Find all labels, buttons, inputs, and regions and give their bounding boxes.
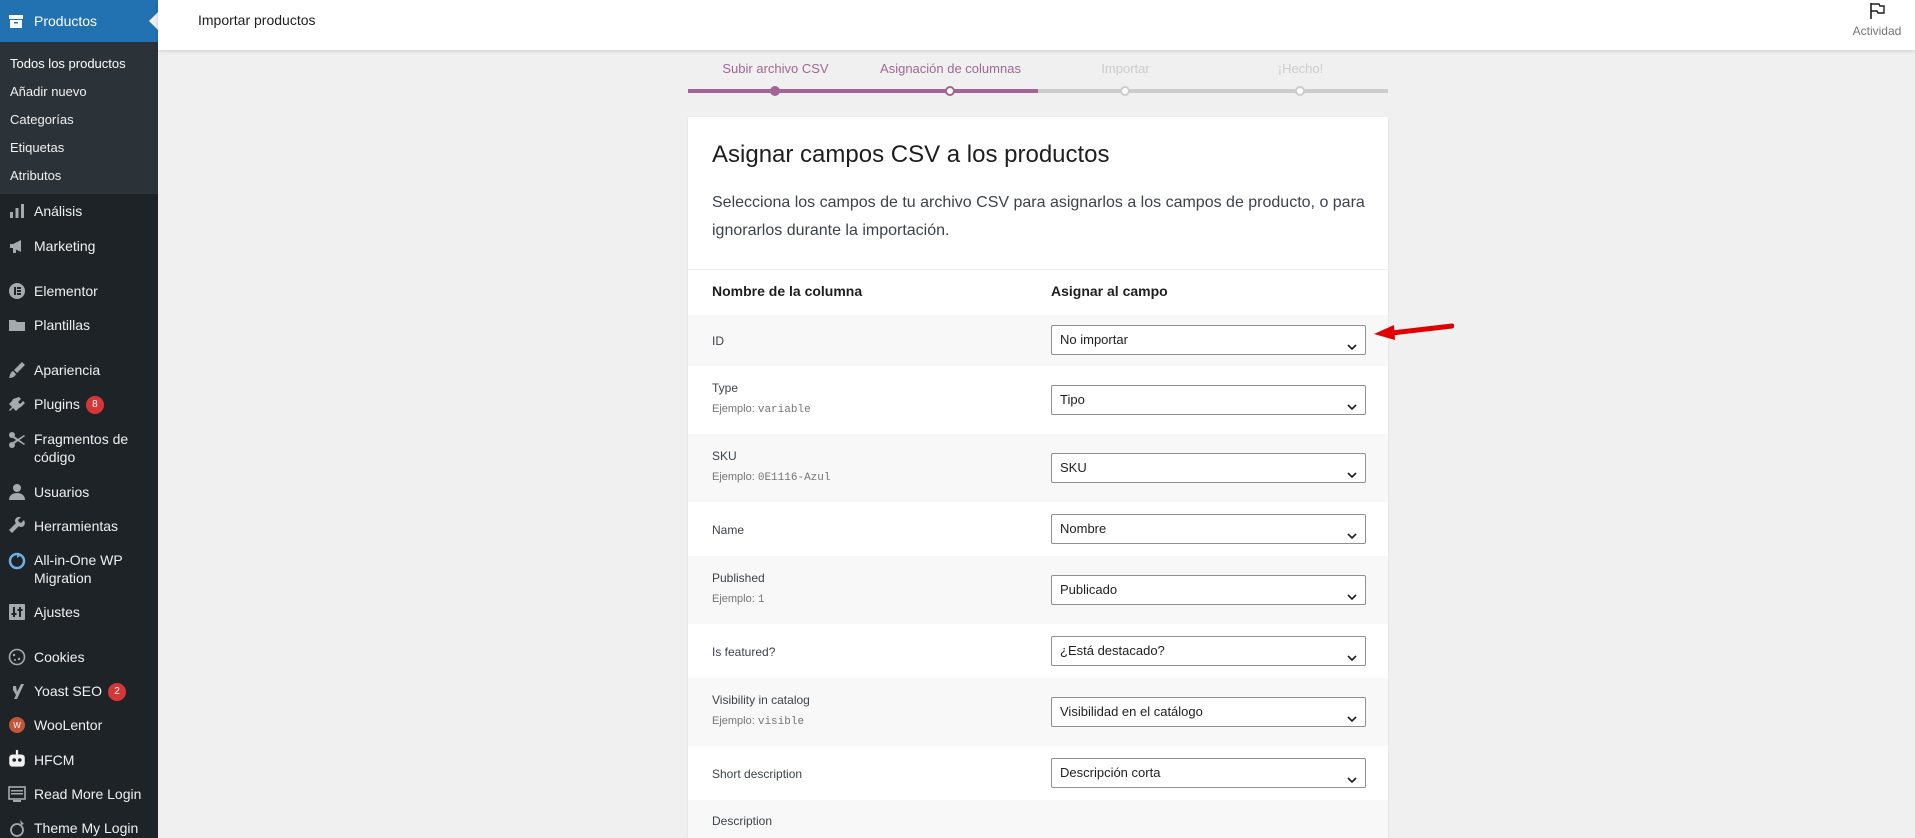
yoast-icon <box>0 683 34 701</box>
column-header-name: Nombre de la columna <box>712 283 863 299</box>
page-title: Importar productos <box>198 12 316 28</box>
plugins-update-badge: 8 <box>85 396 104 415</box>
sidebar-item-migration[interactable]: All-in-One WP Migration <box>0 551 158 587</box>
column-header-map: Asignar al campo <box>1051 283 1168 299</box>
woolentor-icon: W <box>0 716 34 734</box>
table-row: Published Ejemplo: 1 Publicado <box>688 556 1388 624</box>
sidebar-item-usuarios[interactable]: Usuarios <box>0 483 158 501</box>
step-import: Importar <box>1038 55 1213 97</box>
step-dot <box>770 86 780 96</box>
annotation-arrow-icon <box>1374 323 1454 340</box>
card-title: Asignar campos CSV a los productos <box>712 141 1110 168</box>
submenu-categorias[interactable]: Categorías <box>0 106 158 134</box>
field-select[interactable]: Publicado <box>1051 575 1366 605</box>
yoast-notification-badge: 2 <box>107 683 126 702</box>
mapping-card: Asignar campos CSV a los productos Selec… <box>688 117 1388 838</box>
sidebar-item-plugins[interactable]: Plugins 8 <box>0 395 158 415</box>
sidebar-item-woolentor[interactable]: W WooLentor <box>0 716 158 734</box>
sidebar-item-analisis[interactable]: Análisis <box>0 202 158 220</box>
table-row: ID No importar <box>688 315 1388 366</box>
sidebar-item-cookies[interactable]: Cookies <box>0 648 158 666</box>
chevron-down-icon <box>1346 585 1358 601</box>
table-row: Type Ejemplo: variable Tipo <box>688 366 1388 434</box>
sidebar-submenu: Todos los productos Añadir nuevo Categor… <box>0 42 158 194</box>
divider <box>688 269 1388 270</box>
field-select[interactable]: Descripción corta <box>1051 758 1366 788</box>
settings-icon <box>0 603 34 621</box>
screen-icon <box>0 785 34 803</box>
sidebar-item-fragmentos[interactable]: Fragmentos de código <box>0 430 158 466</box>
page-header: Importar productos Actividad <box>158 0 1915 50</box>
admin-sidebar: Productos Todos los productos Añadir nue… <box>0 0 158 838</box>
cookie-icon <box>0 648 34 666</box>
table-row: Description <box>688 800 1388 838</box>
chevron-down-icon <box>1346 646 1358 662</box>
table-row: Visibility in catalog Ejemplo: visible V… <box>688 678 1388 746</box>
sidebar-item-apariencia[interactable]: Apariencia <box>0 361 158 379</box>
field-select[interactable]: ¿Está destacado? <box>1051 636 1366 666</box>
sidebar-item-label: Productos <box>34 13 98 29</box>
robot-icon <box>0 750 34 770</box>
submenu-anadir-nuevo[interactable]: Añadir nuevo <box>0 78 158 106</box>
table-row: Name Nombre <box>688 502 1388 556</box>
submenu-todos-productos[interactable]: Todos los productos <box>0 50 158 78</box>
chevron-down-icon <box>1346 335 1358 351</box>
sidebar-item-plantillas[interactable]: Plantillas <box>0 316 158 334</box>
user-icon <box>0 483 34 501</box>
table-row: Is featured? ¿Está destacado? <box>688 624 1388 678</box>
plugin-icon <box>0 396 34 414</box>
table-row: Short description Descripción corta <box>688 746 1388 800</box>
elementor-icon <box>0 282 34 300</box>
activity-button[interactable]: Actividad <box>1849 2 1905 40</box>
chevron-down-icon <box>1346 524 1358 540</box>
import-stepper: Subir archivo CSV Asignación de columnas… <box>688 55 1388 105</box>
sidebar-item-elementor[interactable]: Elementor <box>0 282 158 300</box>
sidebar-item-productos[interactable]: Productos <box>0 0 158 42</box>
table-row: SKU Ejemplo: 0E1116-Azul SKU <box>688 434 1388 502</box>
megaphone-icon <box>0 237 34 255</box>
step-upload: Subir archivo CSV <box>688 55 863 97</box>
submenu-atributos[interactable]: Atributos <box>0 162 158 190</box>
card-description: Selecciona los campos de tu archivo CSV … <box>712 194 1365 239</box>
sidebar-item-yoast[interactable]: Yoast SEO 2 <box>0 682 158 702</box>
step-mapping: Asignación de columnas <box>863 55 1038 97</box>
step-dot <box>1120 86 1130 96</box>
svg-text:W: W <box>13 721 21 730</box>
login-icon <box>0 819 34 837</box>
field-select[interactable]: Tipo <box>1051 385 1366 415</box>
folder-icon <box>0 316 34 334</box>
flag-icon <box>1870 3 1885 19</box>
field-select[interactable]: No importar <box>1051 325 1366 355</box>
field-select[interactable]: Visibilidad en el catálogo <box>1051 697 1366 727</box>
step-dot <box>945 86 955 96</box>
chart-icon <box>0 202 34 220</box>
sidebar-item-ajustes[interactable]: Ajustes <box>0 603 158 621</box>
sidebar-item-hfcm[interactable]: HFCM <box>0 750 158 770</box>
activity-label: Actividad <box>1852 24 1902 38</box>
field-select[interactable]: Nombre <box>1051 514 1366 544</box>
scissors-icon <box>0 430 34 449</box>
chevron-down-icon <box>1346 707 1358 723</box>
sidebar-item-marketing[interactable]: Marketing <box>0 237 158 255</box>
chevron-down-icon <box>1346 768 1358 784</box>
archive-icon <box>8 13 34 29</box>
chevron-down-icon <box>1346 463 1358 479</box>
step-dot <box>1295 86 1305 96</box>
current-page-arrow <box>149 12 158 30</box>
sidebar-item-theme-my-login[interactable]: Theme My Login <box>0 819 158 837</box>
sidebar-item-herramientas[interactable]: Herramientas <box>0 517 158 535</box>
brush-icon <box>0 361 34 379</box>
field-select[interactable]: SKU <box>1051 453 1366 483</box>
wrench-icon <box>0 517 34 535</box>
submenu-etiquetas[interactable]: Etiquetas <box>0 134 158 162</box>
migration-icon <box>0 551 34 570</box>
chevron-down-icon <box>1346 395 1358 411</box>
step-done: ¡Hecho! <box>1213 55 1388 97</box>
sidebar-item-read-more-login[interactable]: Read More Login <box>0 785 158 803</box>
